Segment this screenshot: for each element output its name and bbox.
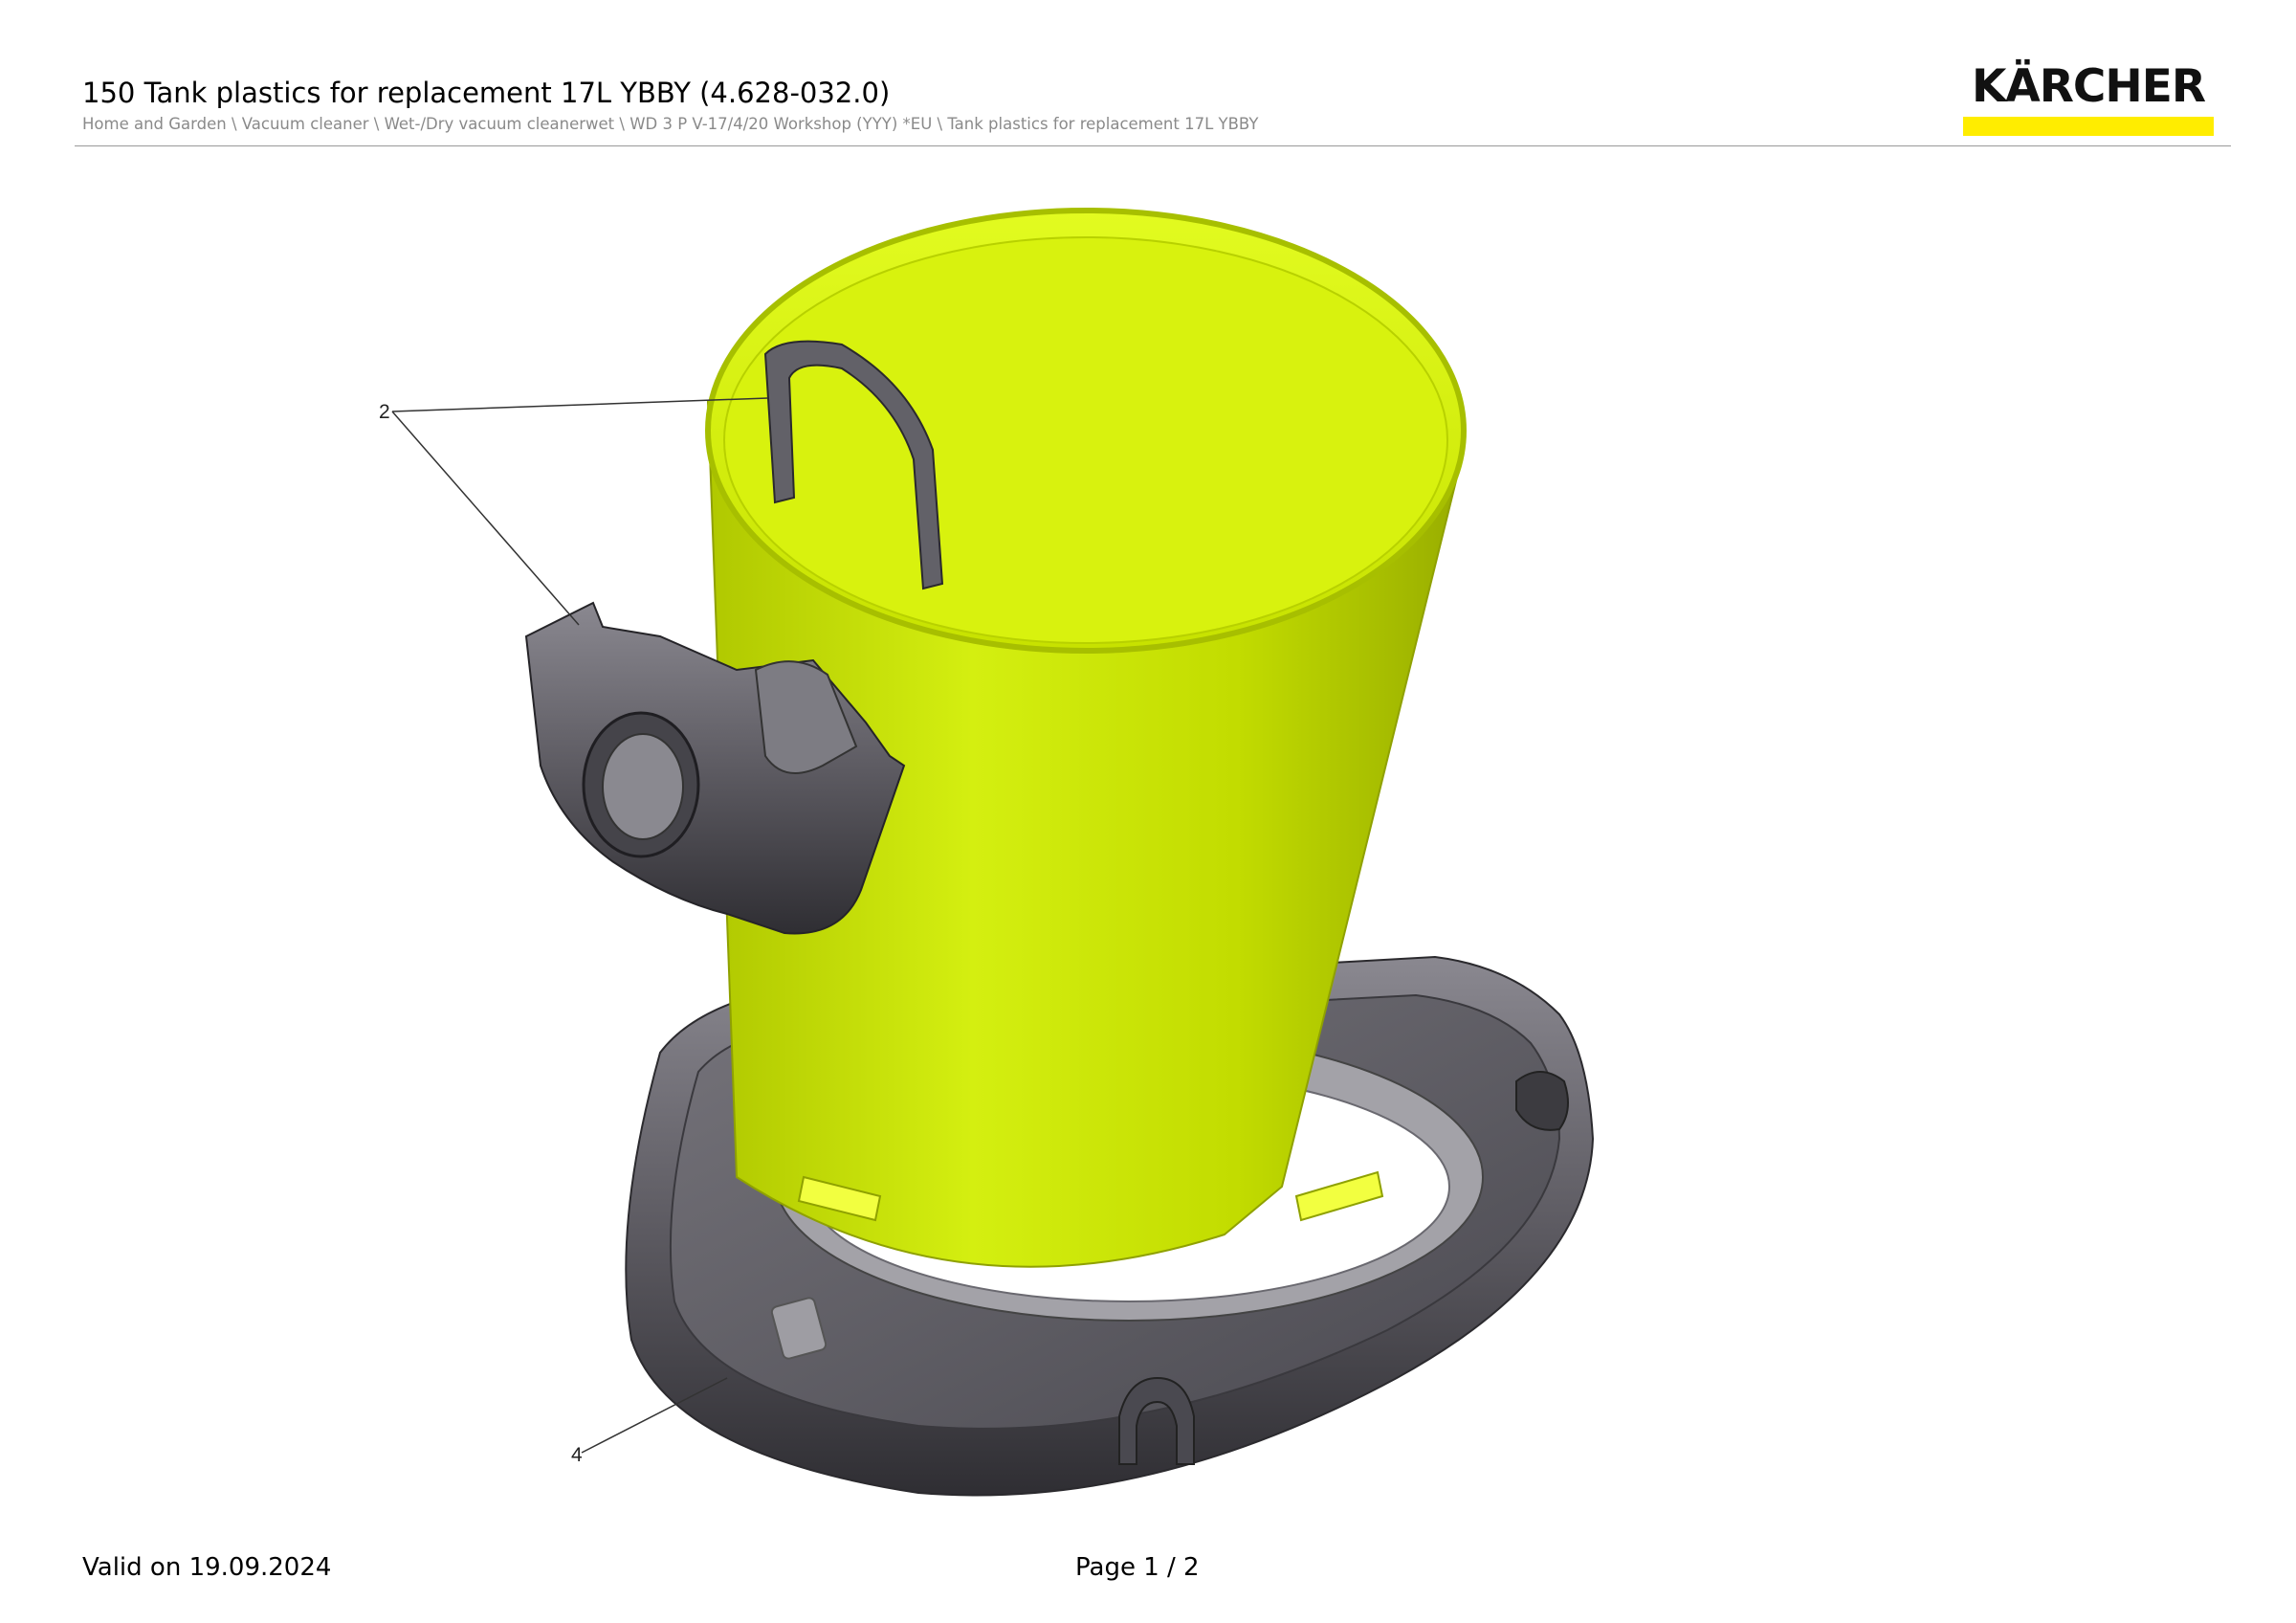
exploded-parts-drawing: 2 4 <box>379 208 1595 1497</box>
page-number: Page 1 / 2 <box>1075 1553 1200 1582</box>
valid-date: Valid on 19.09.2024 <box>82 1553 332 1582</box>
callout-label-2: 2 <box>379 401 390 423</box>
callout-label-4: 4 <box>571 1444 583 1466</box>
